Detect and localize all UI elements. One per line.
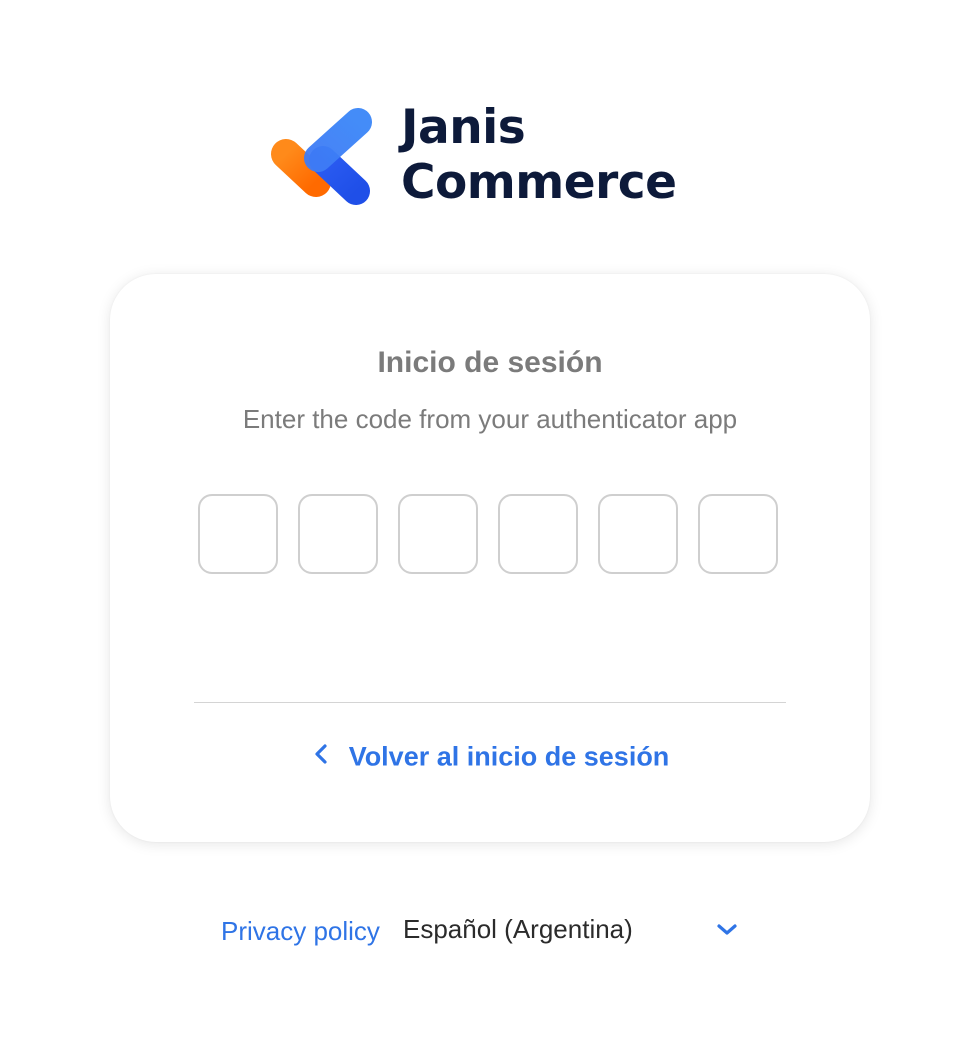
otp-digit-2-input[interactable] (298, 494, 378, 574)
privacy-policy-link[interactable]: Privacy policy (221, 916, 380, 947)
language-select[interactable]: Español (Argentina) (403, 910, 748, 954)
otp-digit-1-input[interactable] (198, 494, 278, 574)
chevron-left-icon (315, 744, 327, 764)
otp-code-input-group (198, 494, 782, 578)
chevron-down-icon (717, 924, 737, 935)
brand-header: Janis Commerce (268, 100, 718, 212)
card-title: Inicio de sesión (377, 346, 603, 379)
otp-digit-5-input[interactable] (598, 494, 678, 574)
back-to-login-link[interactable]: Volver al inicio de sesión (110, 740, 870, 780)
login-card: Inicio de sesión Enter the code from you… (110, 274, 870, 842)
brand-name: Janis Commerce (401, 100, 677, 210)
otp-digit-4-input[interactable] (498, 494, 578, 574)
janis-logo-icon (271, 108, 372, 205)
footer: Privacy policy Español (Argentina) (0, 910, 980, 960)
language-selected-value: Español (Argentina) (403, 914, 633, 944)
brand-name-line1: Janis (401, 100, 526, 155)
back-to-login-label: Volver al inicio de sesión (348, 741, 670, 772)
card-subtitle: Enter the code from your authenticator a… (242, 404, 738, 434)
brand-name-line2: Commerce (401, 155, 677, 210)
otp-digit-3-input[interactable] (398, 494, 478, 574)
card-divider (194, 702, 786, 703)
otp-digit-6-input[interactable] (698, 494, 778, 574)
